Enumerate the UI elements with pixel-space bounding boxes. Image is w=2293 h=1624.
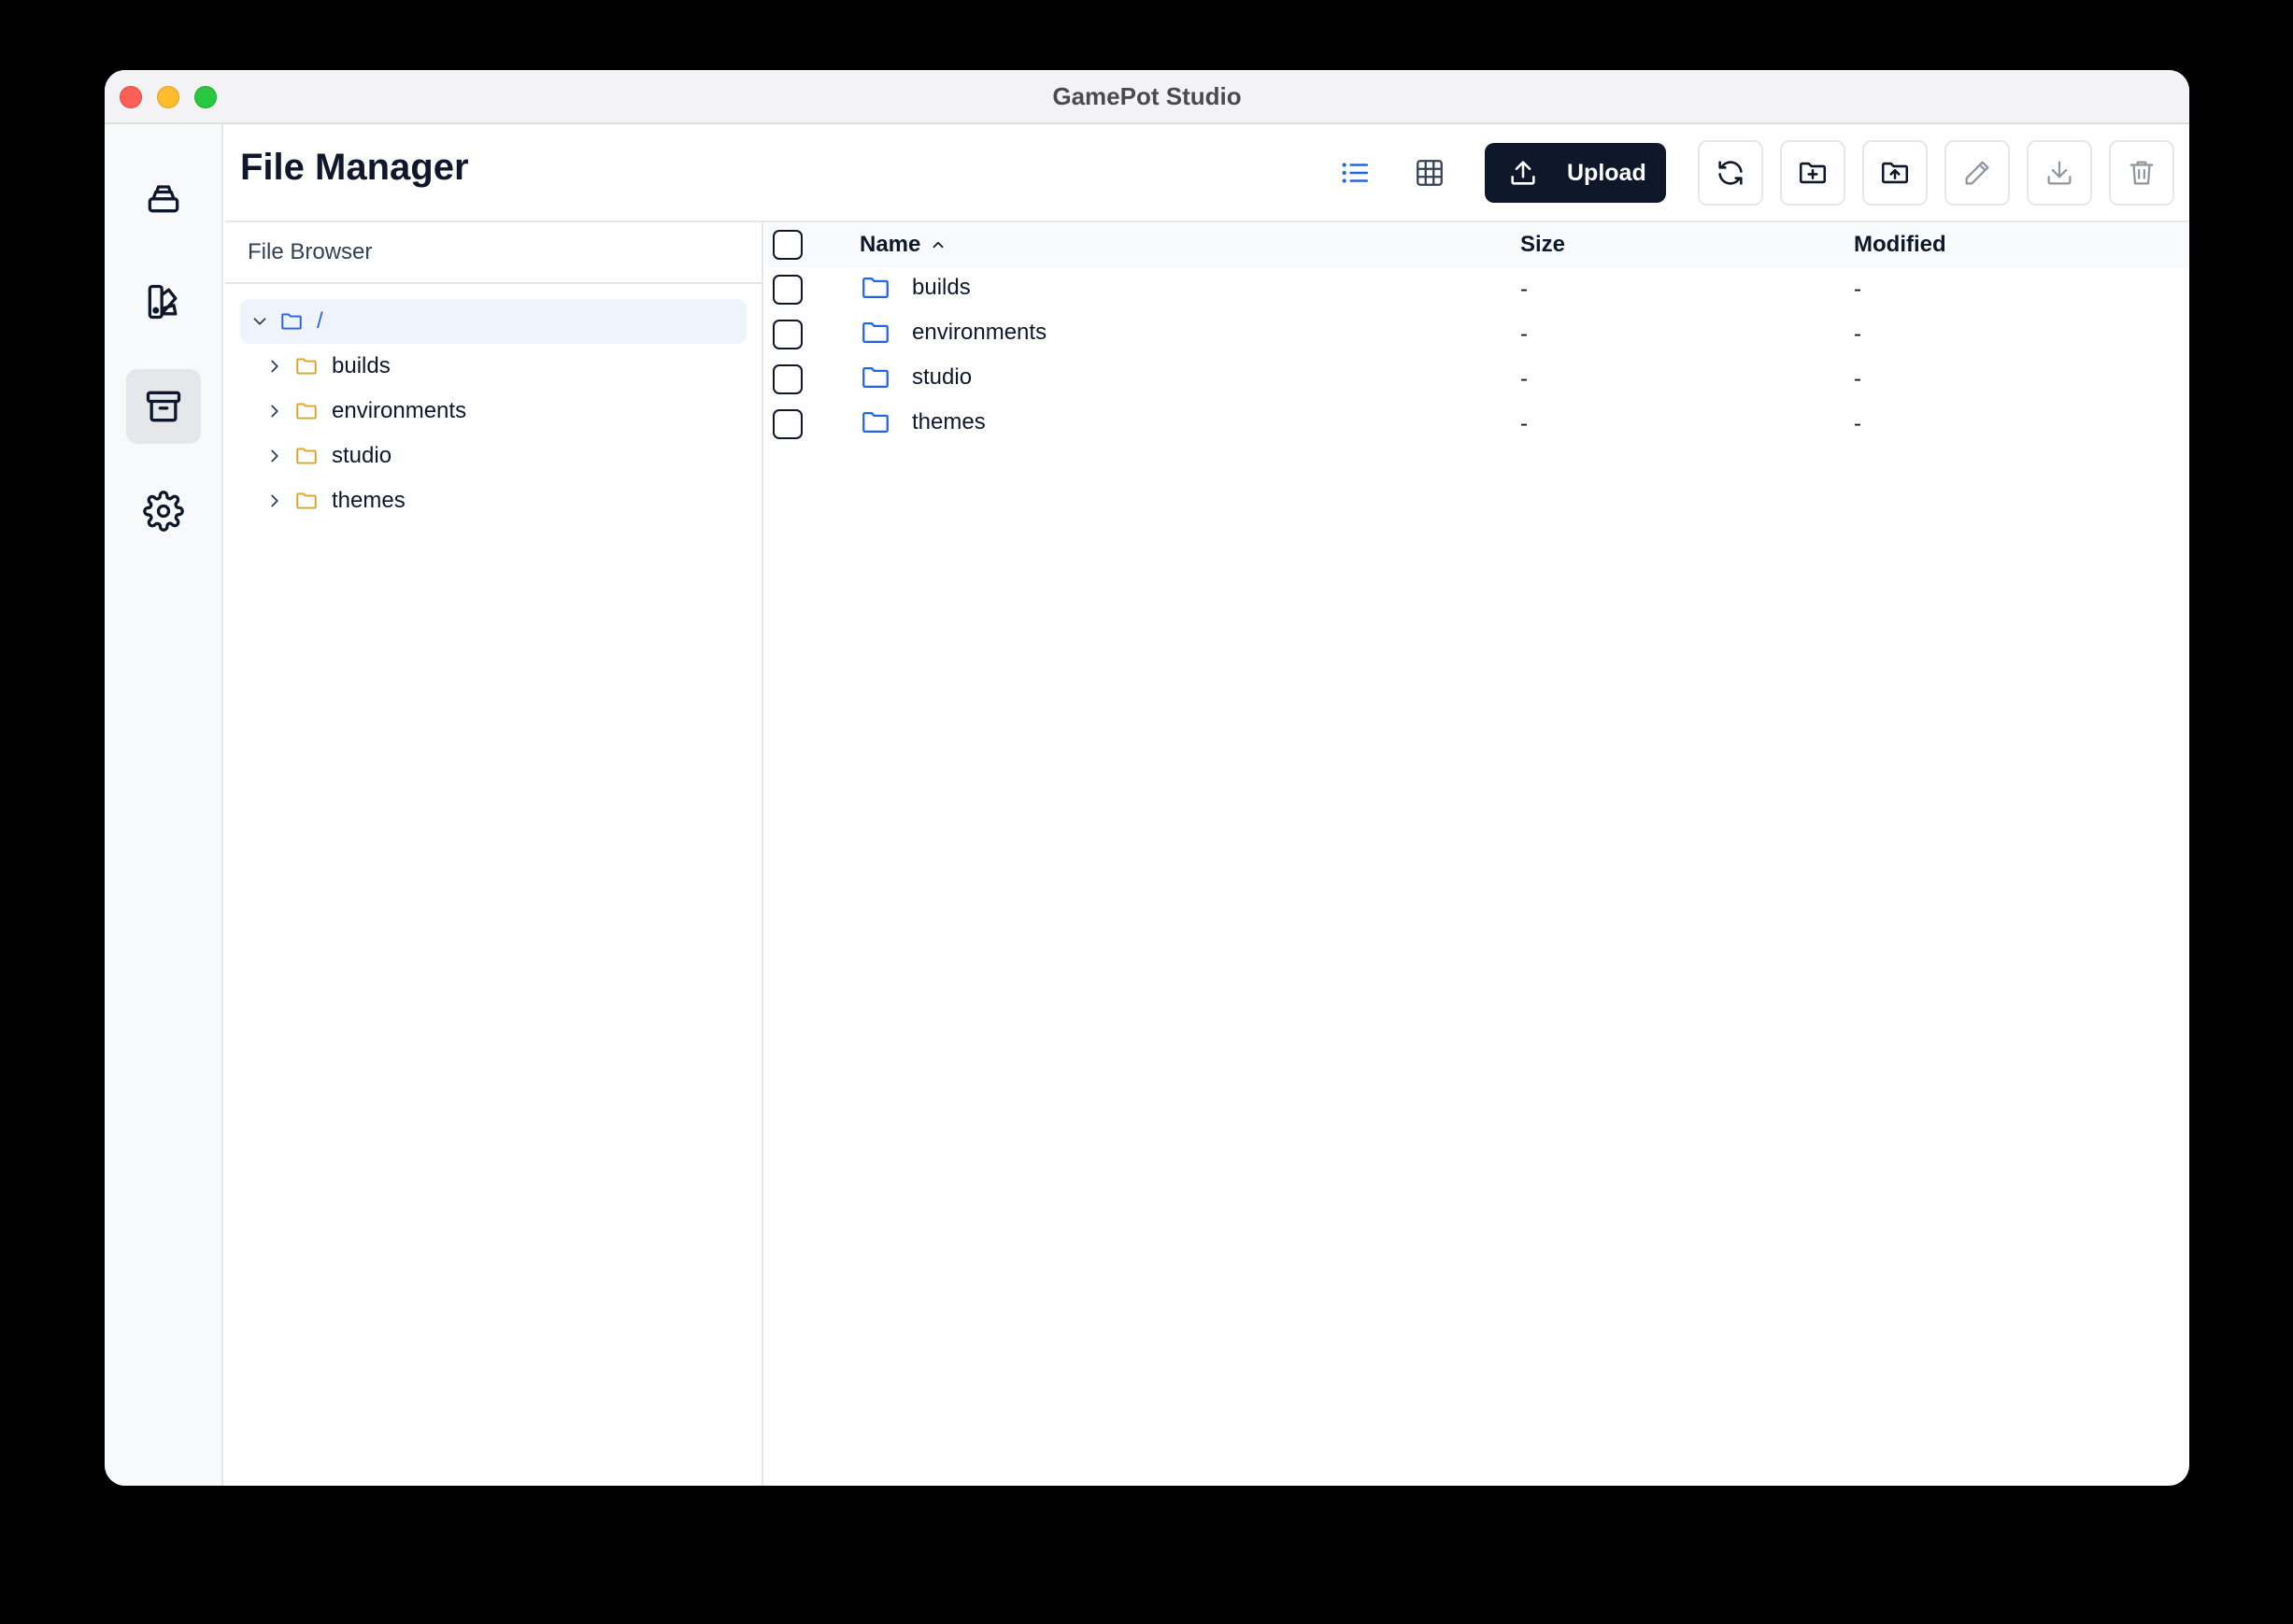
file-list-header: Name Size Modified bbox=[765, 222, 2189, 267]
row-size: - bbox=[1520, 277, 1528, 302]
folder-tree: / builds environments studio themes bbox=[225, 284, 762, 523]
table-row[interactable]: builds - - bbox=[765, 267, 2189, 312]
row-size: - bbox=[1520, 411, 1528, 436]
folder-icon bbox=[296, 448, 317, 464]
rail-item-settings[interactable] bbox=[126, 474, 201, 548]
list-icon bbox=[1342, 163, 1369, 183]
table-row[interactable]: environments - - bbox=[765, 312, 2189, 357]
row-name-cell[interactable]: environments bbox=[860, 317, 1047, 349]
row-checkbox[interactable] bbox=[773, 364, 803, 394]
upload-button-label: Upload bbox=[1567, 159, 1646, 186]
rename-button[interactable] bbox=[1944, 140, 2010, 206]
row-name: builds bbox=[912, 275, 971, 300]
rename-pencil-icon bbox=[1965, 161, 1989, 185]
title-bar: GamePot Studio bbox=[105, 70, 2189, 124]
row-checkbox[interactable] bbox=[773, 320, 803, 349]
gear-icon bbox=[143, 491, 184, 532]
modified-column-header[interactable]: Modified bbox=[1854, 232, 1946, 258]
chevron-up-icon bbox=[933, 241, 944, 249]
tree-item-environments[interactable]: environments bbox=[240, 389, 747, 434]
chevron-right-icon[interactable] bbox=[264, 491, 285, 511]
app-window: GamePot Studio File Manager Upload File … bbox=[105, 70, 2189, 1486]
upload-icon bbox=[1511, 161, 1535, 185]
tree-item-themes[interactable]: themes bbox=[240, 478, 747, 523]
trash-icon bbox=[2129, 161, 2154, 185]
new-folder-button[interactable] bbox=[1780, 140, 1845, 206]
row-size: - bbox=[1520, 366, 1528, 392]
toolbar: Upload bbox=[1326, 140, 2174, 206]
delete-button[interactable] bbox=[2109, 140, 2174, 206]
folder-icon bbox=[296, 492, 317, 509]
row-modified: - bbox=[1854, 366, 1861, 392]
folder-icon bbox=[862, 366, 889, 389]
table-row[interactable]: themes - - bbox=[765, 402, 2189, 447]
row-name-cell[interactable]: studio bbox=[860, 362, 972, 393]
upload-folder-icon bbox=[1881, 162, 1909, 184]
row-modified: - bbox=[1854, 411, 1861, 436]
size-column-header[interactable]: Size bbox=[1520, 232, 1565, 258]
rail-item-themes[interactable] bbox=[126, 264, 201, 339]
file-browser-heading: File Browser bbox=[225, 222, 762, 284]
upload-button[interactable]: Upload bbox=[1485, 143, 1666, 203]
name-column-header[interactable]: Name bbox=[860, 232, 947, 258]
download-button[interactable] bbox=[2027, 140, 2092, 206]
row-name-cell[interactable]: builds bbox=[860, 272, 971, 304]
list-view-button[interactable] bbox=[1326, 144, 1384, 202]
row-name-cell[interactable]: themes bbox=[860, 406, 986, 438]
row-size: - bbox=[1520, 321, 1528, 347]
chevron-down-icon[interactable] bbox=[249, 311, 270, 332]
palette-swatch-icon bbox=[148, 284, 178, 320]
folder-icon bbox=[281, 313, 302, 330]
file-browser-panel: File Browser / builds environments studi… bbox=[225, 222, 763, 1486]
folder-icon bbox=[296, 403, 317, 420]
folder-icon bbox=[862, 411, 889, 434]
grid-view-button[interactable] bbox=[1401, 144, 1459, 202]
archive-box-icon bbox=[146, 391, 181, 422]
page-header: File Manager Upload bbox=[225, 124, 2189, 222]
upload-folder-button[interactable] bbox=[1862, 140, 1928, 206]
tree-item-label: builds bbox=[332, 353, 391, 378]
rail-item-files[interactable] bbox=[126, 369, 201, 444]
row-name: studio bbox=[912, 364, 973, 390]
new-folder-icon bbox=[1799, 162, 1827, 184]
page-title: File Manager bbox=[240, 147, 469, 188]
refresh-button[interactable] bbox=[1698, 140, 1763, 206]
file-list: Name Size Modified builds - - environmen… bbox=[765, 222, 2189, 1486]
tree-item-studio[interactable]: studio bbox=[240, 434, 747, 478]
grid-icon bbox=[1417, 160, 1443, 186]
database-stack-icon bbox=[148, 185, 179, 213]
refresh-icon bbox=[1718, 161, 1743, 185]
folder-icon bbox=[296, 358, 317, 375]
tree-item-label: environments bbox=[332, 398, 467, 423]
tree-item-label: / bbox=[317, 308, 323, 334]
window-title: GamePot Studio bbox=[1052, 82, 1242, 110]
folder-icon bbox=[862, 321, 889, 344]
table-row[interactable]: studio - - bbox=[765, 357, 2189, 402]
tree-item-label: studio bbox=[332, 443, 392, 468]
name-column-label: Name bbox=[860, 232, 921, 257]
row-name: environments bbox=[912, 320, 1047, 345]
folder-icon bbox=[862, 277, 889, 299]
row-name: themes bbox=[912, 409, 986, 434]
download-icon bbox=[2047, 161, 2072, 185]
select-all-checkbox[interactable] bbox=[773, 230, 803, 260]
row-checkbox[interactable] bbox=[773, 275, 803, 305]
chevron-right-icon[interactable] bbox=[264, 446, 285, 466]
tree-item-root[interactable]: / bbox=[240, 299, 747, 344]
row-modified: - bbox=[1854, 277, 1861, 302]
navigation-rail bbox=[105, 124, 223, 1486]
chevron-right-icon[interactable] bbox=[264, 401, 285, 421]
main-panel: File Manager Upload File Browser / build… bbox=[225, 124, 2189, 1486]
row-modified: - bbox=[1854, 321, 1861, 347]
tree-item-builds[interactable]: builds bbox=[240, 344, 747, 389]
tree-item-label: themes bbox=[332, 488, 406, 513]
row-checkbox[interactable] bbox=[773, 409, 803, 439]
chevron-right-icon[interactable] bbox=[264, 356, 285, 377]
rail-item-database[interactable] bbox=[126, 160, 201, 235]
